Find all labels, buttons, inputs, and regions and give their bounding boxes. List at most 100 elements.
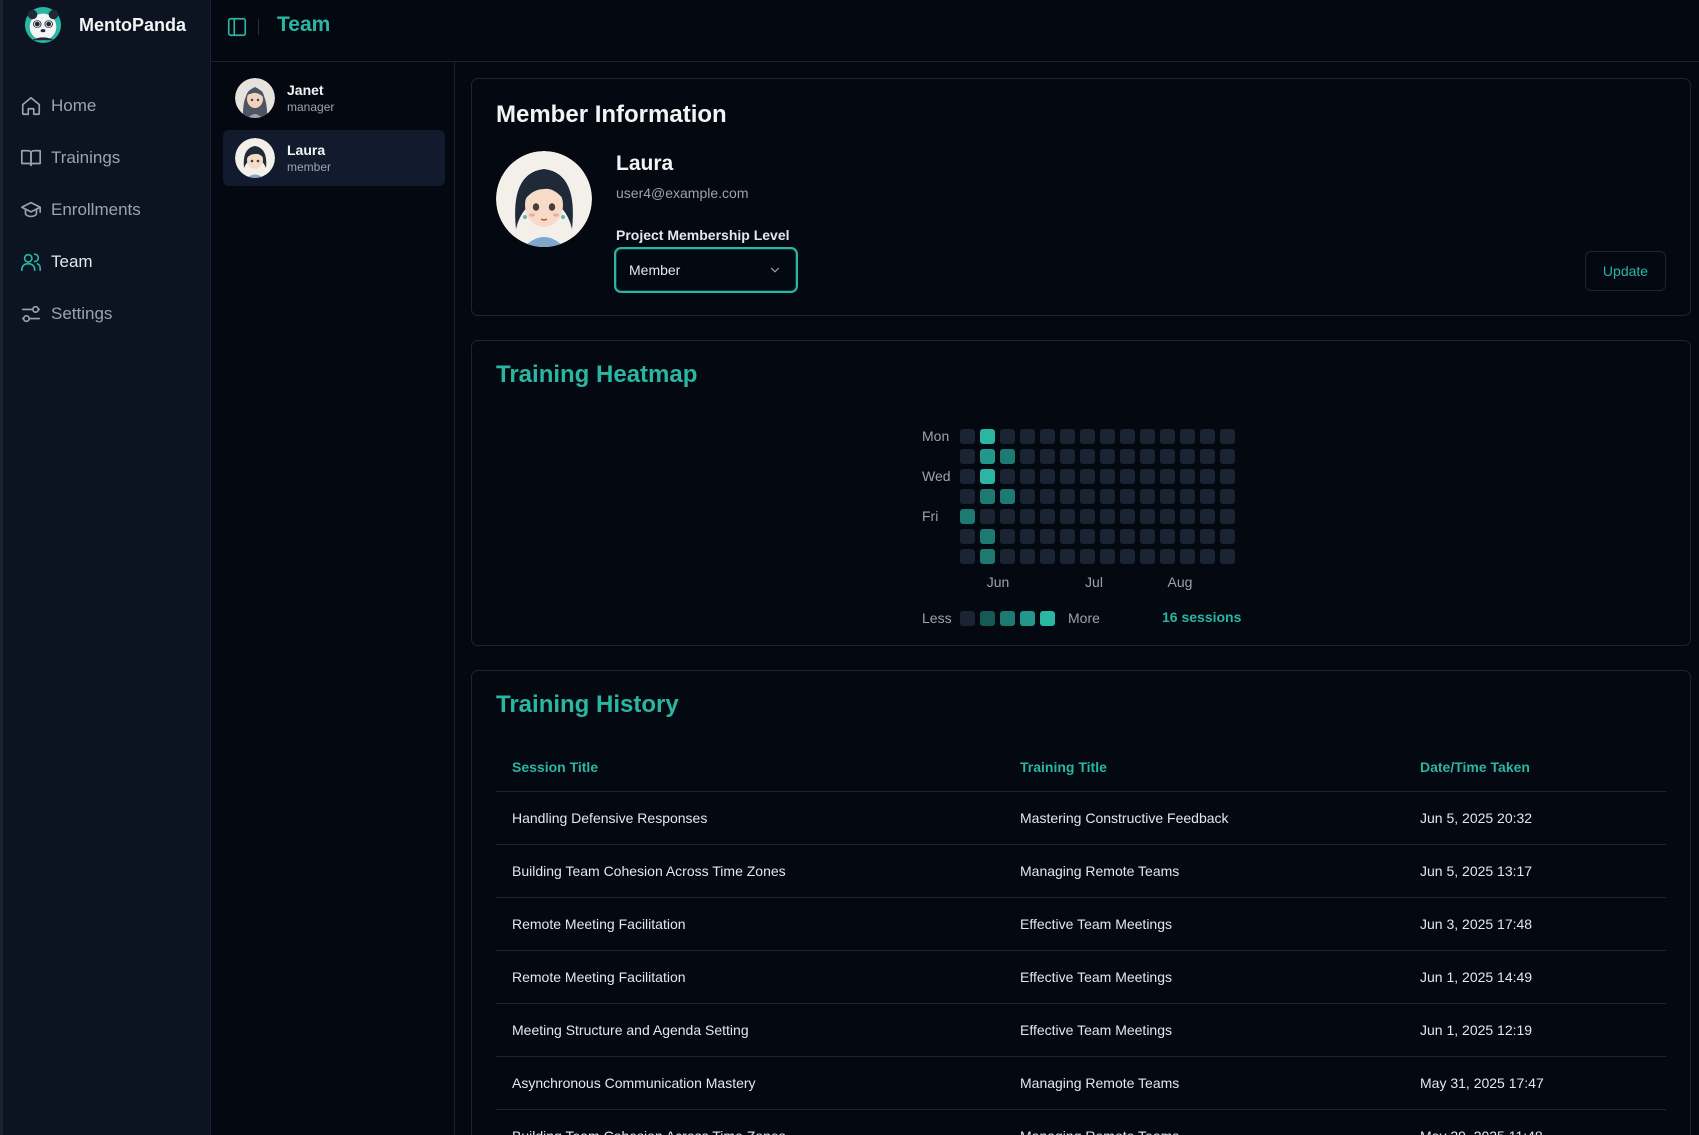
sidebar-item-enrollments[interactable]: Enrollments bbox=[0, 184, 211, 236]
heatmap-cell[interactable] bbox=[1220, 549, 1235, 564]
heatmap-cell[interactable] bbox=[1080, 449, 1095, 464]
heatmap-cell[interactable] bbox=[1040, 489, 1055, 504]
heatmap-cell[interactable] bbox=[1080, 429, 1095, 444]
heatmap-cell[interactable] bbox=[1180, 469, 1195, 484]
heatmap-cell[interactable] bbox=[1080, 469, 1095, 484]
heatmap-cell[interactable] bbox=[1220, 529, 1235, 544]
heatmap-cell[interactable] bbox=[1020, 549, 1035, 564]
heatmap-cell[interactable] bbox=[1200, 489, 1215, 504]
heatmap-cell[interactable] bbox=[960, 509, 975, 524]
heatmap-cell[interactable] bbox=[1220, 469, 1235, 484]
member-item-laura[interactable]: Laura member bbox=[223, 130, 445, 186]
heatmap-cell[interactable] bbox=[1000, 509, 1015, 524]
heatmap-cell[interactable] bbox=[1060, 549, 1075, 564]
brand[interactable]: MentoPanda bbox=[24, 6, 186, 44]
membership-level-select[interactable]: Member bbox=[614, 247, 798, 293]
heatmap-cell[interactable] bbox=[1000, 469, 1015, 484]
heatmap-cell[interactable] bbox=[1000, 549, 1015, 564]
heatmap-cell[interactable] bbox=[960, 549, 975, 564]
column-date-taken[interactable]: Date/Time Taken bbox=[1404, 743, 1666, 792]
heatmap-cell[interactable] bbox=[1100, 489, 1115, 504]
heatmap-cell[interactable] bbox=[1220, 489, 1235, 504]
column-session-title[interactable]: Session Title bbox=[496, 743, 1004, 792]
heatmap-cell[interactable] bbox=[1180, 509, 1195, 524]
heatmap-cell[interactable] bbox=[1100, 469, 1115, 484]
heatmap-cell[interactable] bbox=[1180, 529, 1195, 544]
heatmap-cell[interactable] bbox=[1000, 429, 1015, 444]
heatmap-cell[interactable] bbox=[1040, 509, 1055, 524]
heatmap-cell[interactable] bbox=[1200, 549, 1215, 564]
heatmap-cell[interactable] bbox=[980, 469, 995, 484]
heatmap-cell[interactable] bbox=[1200, 509, 1215, 524]
sidebar-item-settings[interactable]: Settings bbox=[0, 288, 211, 340]
heatmap-cell[interactable] bbox=[1120, 529, 1135, 544]
sidebar-item-team[interactable]: Team bbox=[0, 236, 211, 288]
heatmap-cell[interactable] bbox=[1220, 449, 1235, 464]
table-row[interactable]: Remote Meeting Facilitation Effective Tea… bbox=[496, 950, 1666, 1004]
heatmap-cell[interactable] bbox=[1160, 529, 1175, 544]
heatmap-cell[interactable] bbox=[1040, 529, 1055, 544]
heatmap-cell[interactable] bbox=[1120, 489, 1135, 504]
heatmap-cell[interactable] bbox=[1200, 529, 1215, 544]
heatmap-cell[interactable] bbox=[980, 509, 995, 524]
heatmap-cell[interactable] bbox=[1080, 489, 1095, 504]
update-button[interactable]: Update bbox=[1585, 251, 1666, 291]
heatmap-cell[interactable] bbox=[1080, 549, 1095, 564]
table-row[interactable]: Remote Meeting Facilitation Effective Tea… bbox=[496, 897, 1666, 951]
heatmap-cell[interactable] bbox=[1100, 429, 1115, 444]
heatmap-cell[interactable] bbox=[1120, 509, 1135, 524]
heatmap-cell[interactable] bbox=[1140, 429, 1155, 444]
heatmap-cell[interactable] bbox=[1080, 509, 1095, 524]
heatmap-cell[interactable] bbox=[960, 529, 975, 544]
heatmap-cell[interactable] bbox=[1040, 549, 1055, 564]
column-training-title[interactable]: Training Title bbox=[1004, 743, 1404, 792]
heatmap-cell[interactable] bbox=[1020, 469, 1035, 484]
heatmap-cell[interactable] bbox=[1060, 489, 1075, 504]
heatmap-cell[interactable] bbox=[1200, 429, 1215, 444]
heatmap-cell[interactable] bbox=[1160, 449, 1175, 464]
heatmap-cell[interactable] bbox=[1200, 469, 1215, 484]
heatmap-cell[interactable] bbox=[1020, 449, 1035, 464]
heatmap-cell[interactable] bbox=[1140, 529, 1155, 544]
heatmap-cell[interactable] bbox=[1160, 469, 1175, 484]
heatmap-cell[interactable] bbox=[960, 429, 975, 444]
heatmap-cell[interactable] bbox=[1220, 509, 1235, 524]
heatmap-cell[interactable] bbox=[1160, 509, 1175, 524]
heatmap-cell[interactable] bbox=[1140, 549, 1155, 564]
heatmap-cell[interactable] bbox=[1000, 529, 1015, 544]
heatmap-cell[interactable] bbox=[1180, 489, 1195, 504]
table-row[interactable]: Asynchronous Communication Mastery Managi… bbox=[496, 1056, 1666, 1110]
heatmap-cell[interactable] bbox=[1060, 529, 1075, 544]
heatmap-cell[interactable] bbox=[1140, 469, 1155, 484]
heatmap-cell[interactable] bbox=[980, 489, 995, 504]
table-row[interactable]: Building Team Cohesion Across Time Zones… bbox=[496, 1109, 1666, 1135]
heatmap-cell[interactable] bbox=[960, 469, 975, 484]
heatmap-cell[interactable] bbox=[1080, 529, 1095, 544]
heatmap-cell[interactable] bbox=[1020, 529, 1035, 544]
heatmap-cell[interactable] bbox=[1100, 529, 1115, 544]
heatmap-cell[interactable] bbox=[1140, 449, 1155, 464]
heatmap-cell[interactable] bbox=[1180, 549, 1195, 564]
heatmap-cell[interactable] bbox=[1160, 549, 1175, 564]
heatmap-cell[interactable] bbox=[1160, 429, 1175, 444]
sidebar-item-trainings[interactable]: Trainings bbox=[0, 132, 211, 184]
heatmap-cell[interactable] bbox=[1060, 469, 1075, 484]
table-row[interactable]: Building Team Cohesion Across Time Zones… bbox=[496, 844, 1666, 898]
heatmap-cell[interactable] bbox=[1020, 429, 1035, 444]
heatmap-cell[interactable] bbox=[1020, 489, 1035, 504]
heatmap-cell[interactable] bbox=[1040, 449, 1055, 464]
heatmap-cell[interactable] bbox=[980, 549, 995, 564]
heatmap-cell[interactable] bbox=[1140, 509, 1155, 524]
heatmap-cell[interactable] bbox=[1120, 429, 1135, 444]
heatmap-cell[interactable] bbox=[1100, 509, 1115, 524]
heatmap-cell[interactable] bbox=[1120, 449, 1135, 464]
heatmap-cell[interactable] bbox=[1180, 429, 1195, 444]
heatmap-cell[interactable] bbox=[1160, 489, 1175, 504]
table-row[interactable]: Handling Defensive Responses Mastering Co… bbox=[496, 791, 1666, 845]
heatmap-cell[interactable] bbox=[1200, 449, 1215, 464]
heatmap-cell[interactable] bbox=[1140, 489, 1155, 504]
heatmap-cell[interactable] bbox=[1120, 549, 1135, 564]
heatmap-cell[interactable] bbox=[960, 449, 975, 464]
heatmap-cell[interactable] bbox=[1040, 469, 1055, 484]
sidebar-toggle-icon[interactable] bbox=[226, 16, 248, 38]
